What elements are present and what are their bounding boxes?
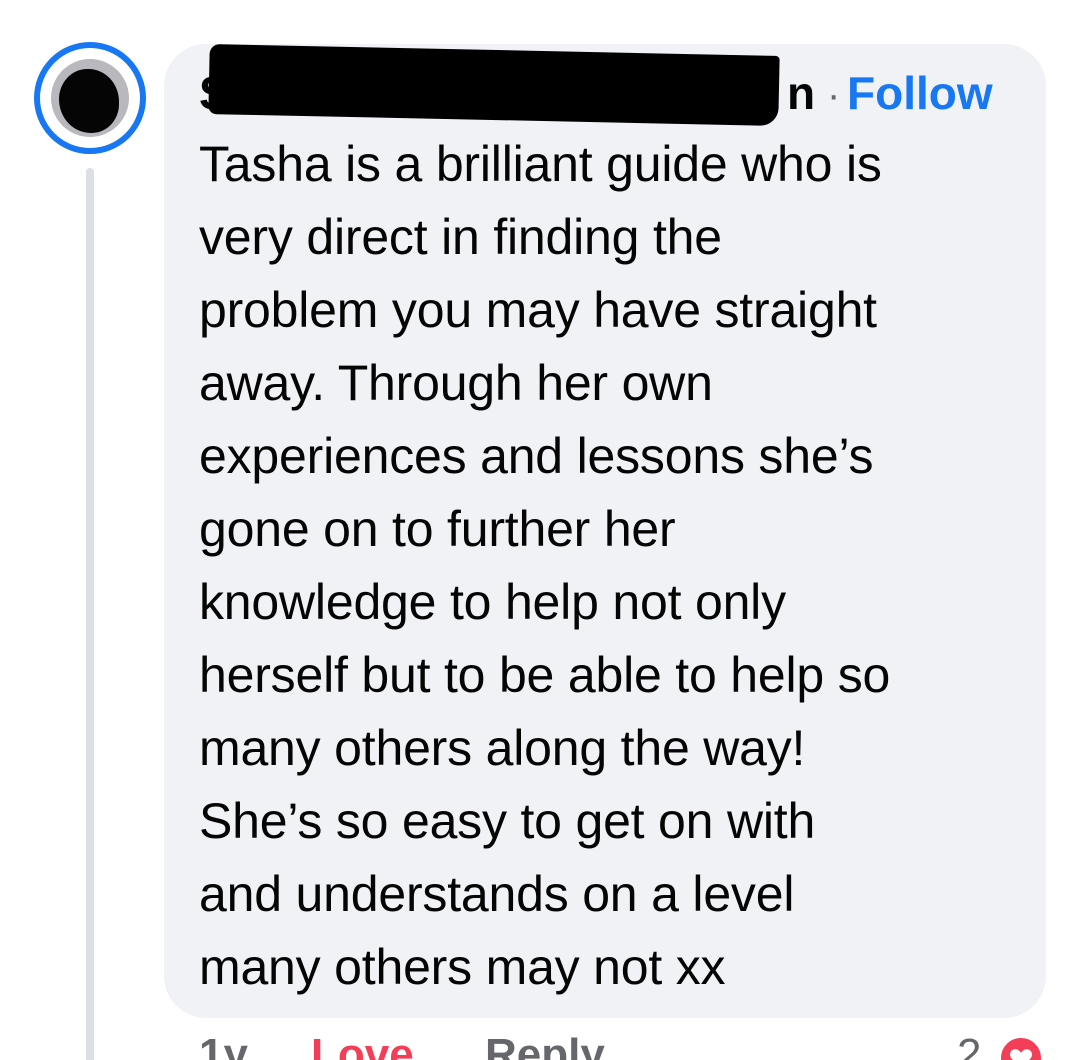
love-reaction-button[interactable]: Love xyxy=(311,1030,414,1060)
separator-dot: · xyxy=(827,73,841,117)
comment-screen: S n · Follow Tasha is a brilliant guide … xyxy=(0,0,1080,1060)
heart-icon xyxy=(997,1034,1045,1060)
heart-glyph xyxy=(1010,1049,1032,1060)
reaction-count[interactable]: 2 xyxy=(957,1030,981,1060)
reply-button[interactable]: Reply xyxy=(485,1030,605,1060)
name-redaction xyxy=(208,44,780,126)
comment-timestamp[interactable]: 1y xyxy=(199,1030,248,1060)
thread-line xyxy=(86,168,94,1060)
comment-text: Tasha is a brilliant guide who is very d… xyxy=(199,136,891,995)
author-name-end: n xyxy=(787,67,816,119)
comment-actions: 1y Love Reply 2 xyxy=(199,1030,1059,1060)
avatar-photo xyxy=(51,59,129,137)
follow-button[interactable]: Follow xyxy=(847,64,993,122)
comment-header: S n · Follow xyxy=(199,44,1009,126)
avatar[interactable] xyxy=(34,42,146,154)
avatar-redaction xyxy=(59,69,119,133)
